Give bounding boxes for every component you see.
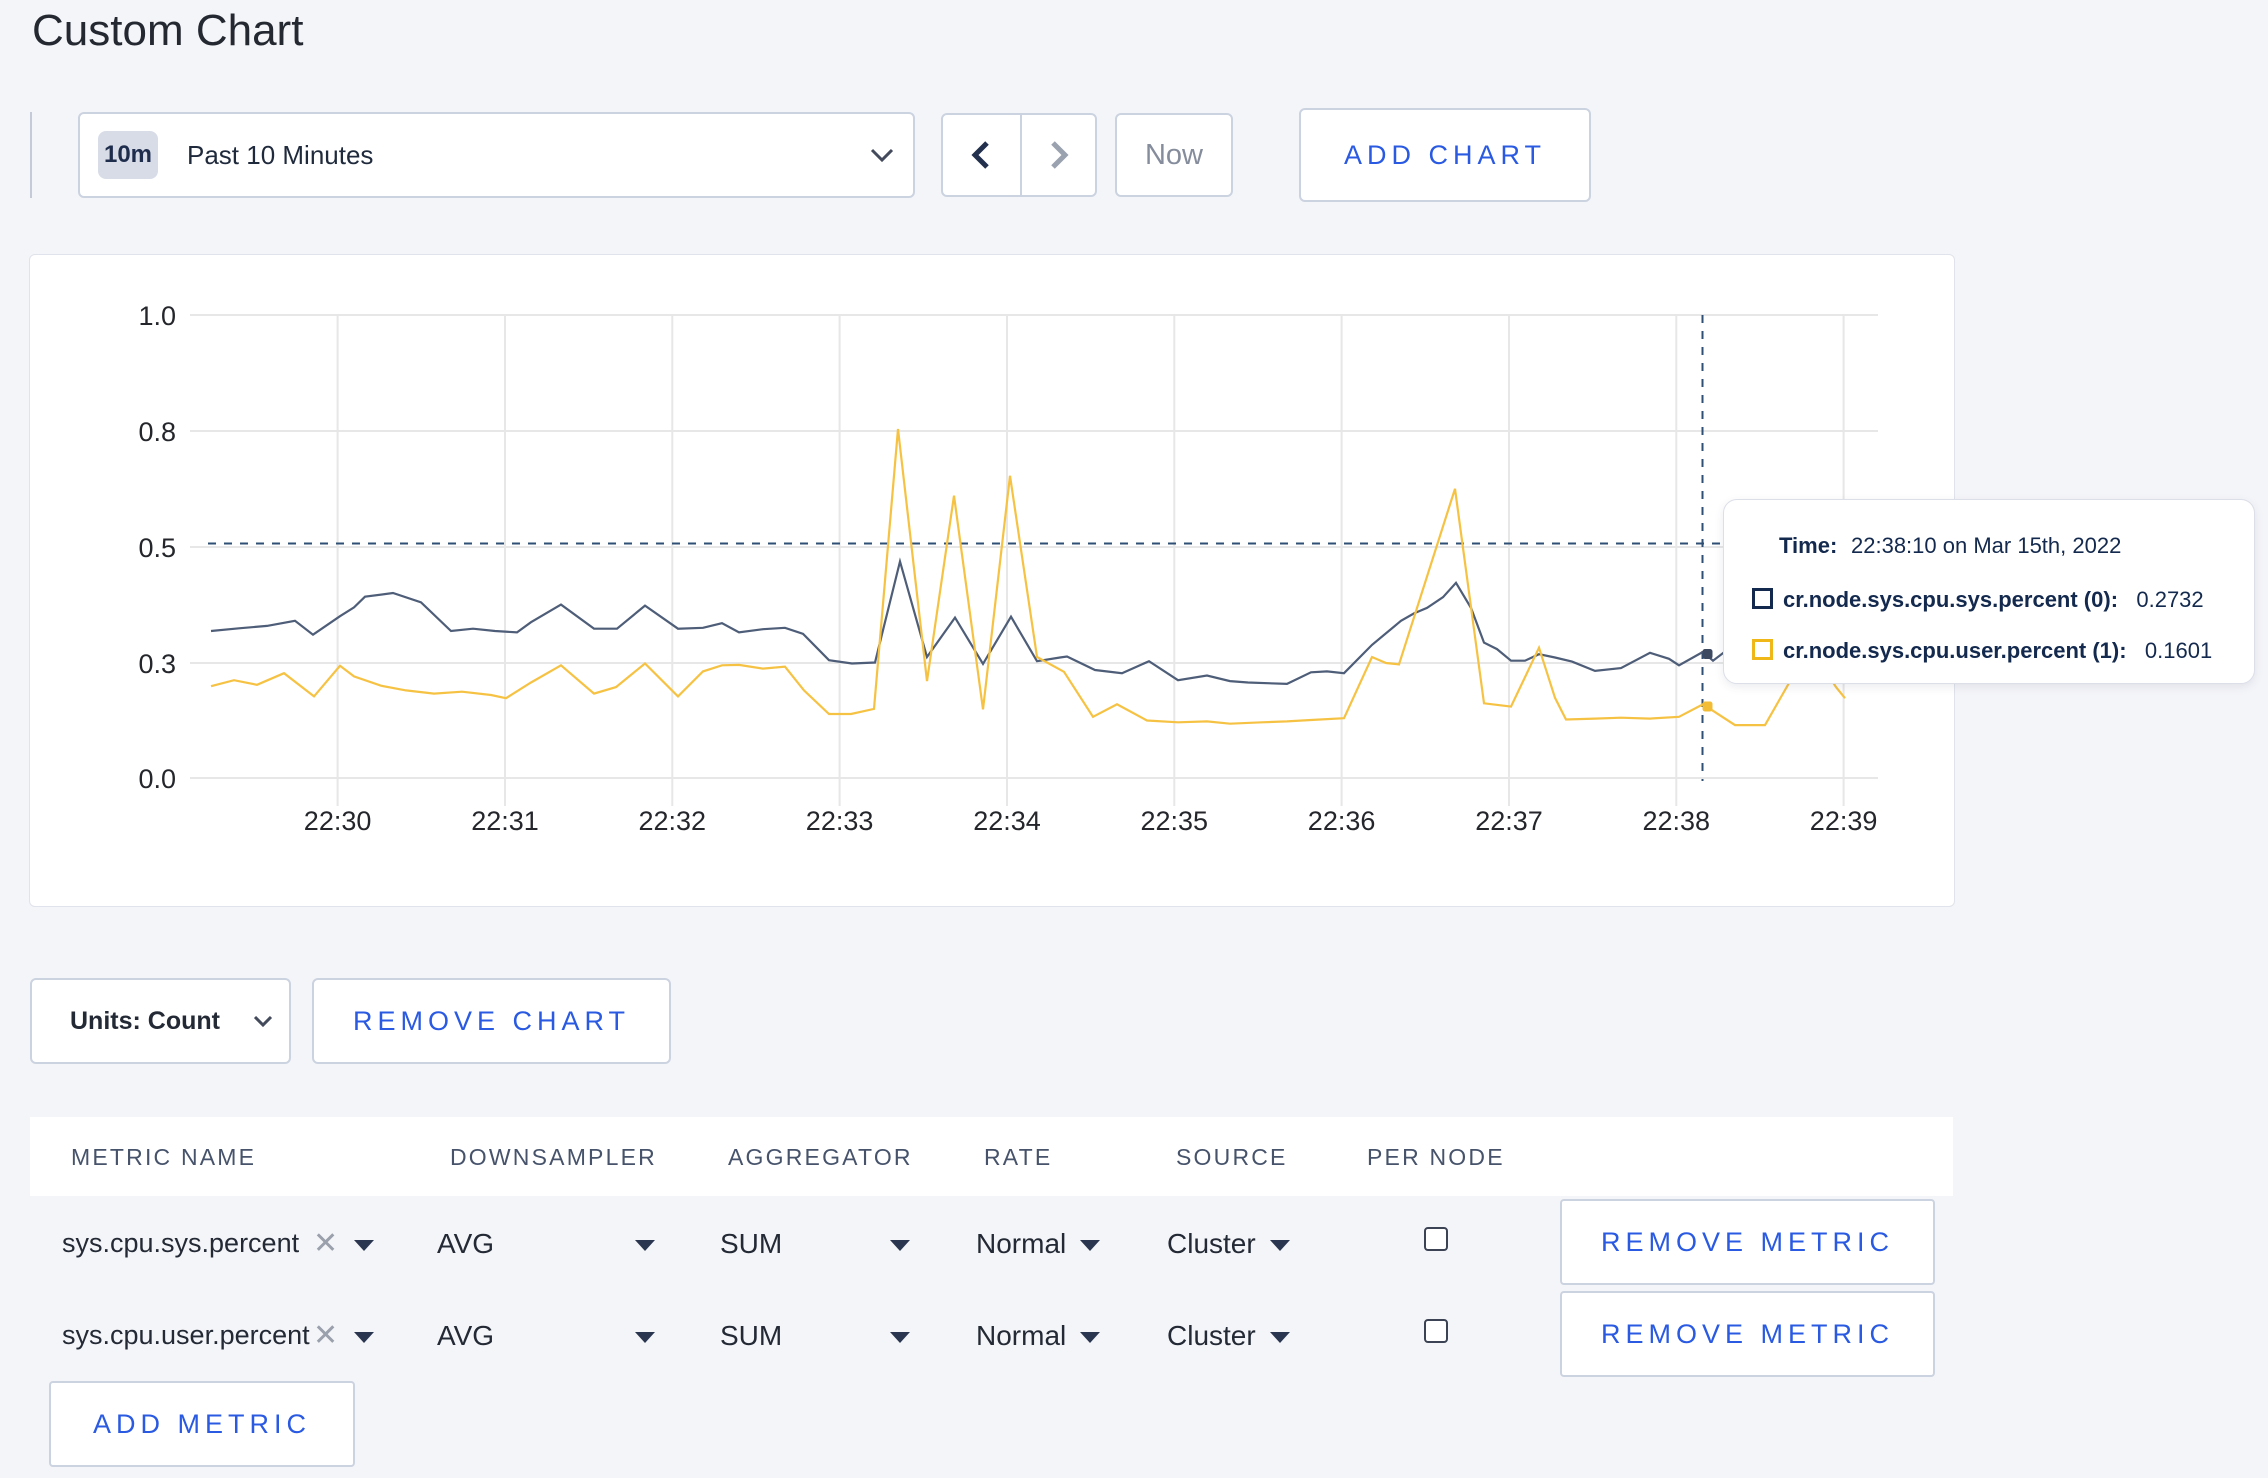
- svg-text:0.0: 0.0: [138, 764, 176, 794]
- svg-text:0.8: 0.8: [138, 417, 176, 447]
- svg-text:1.0: 1.0: [138, 301, 176, 331]
- svg-text:22:39: 22:39: [1810, 806, 1878, 836]
- svg-text:22:33: 22:33: [806, 806, 874, 836]
- svg-text:22:34: 22:34: [973, 806, 1041, 836]
- svg-text:22:36: 22:36: [1308, 806, 1376, 836]
- svg-text:22:38: 22:38: [1643, 806, 1711, 836]
- svg-text:22:32: 22:32: [639, 806, 707, 836]
- svg-text:0.3: 0.3: [138, 649, 176, 679]
- svg-text:22:31: 22:31: [471, 806, 539, 836]
- svg-text:22:37: 22:37: [1475, 806, 1543, 836]
- svg-text:22:30: 22:30: [304, 806, 372, 836]
- svg-text:0.5: 0.5: [138, 533, 176, 563]
- svg-text:22:35: 22:35: [1141, 806, 1209, 836]
